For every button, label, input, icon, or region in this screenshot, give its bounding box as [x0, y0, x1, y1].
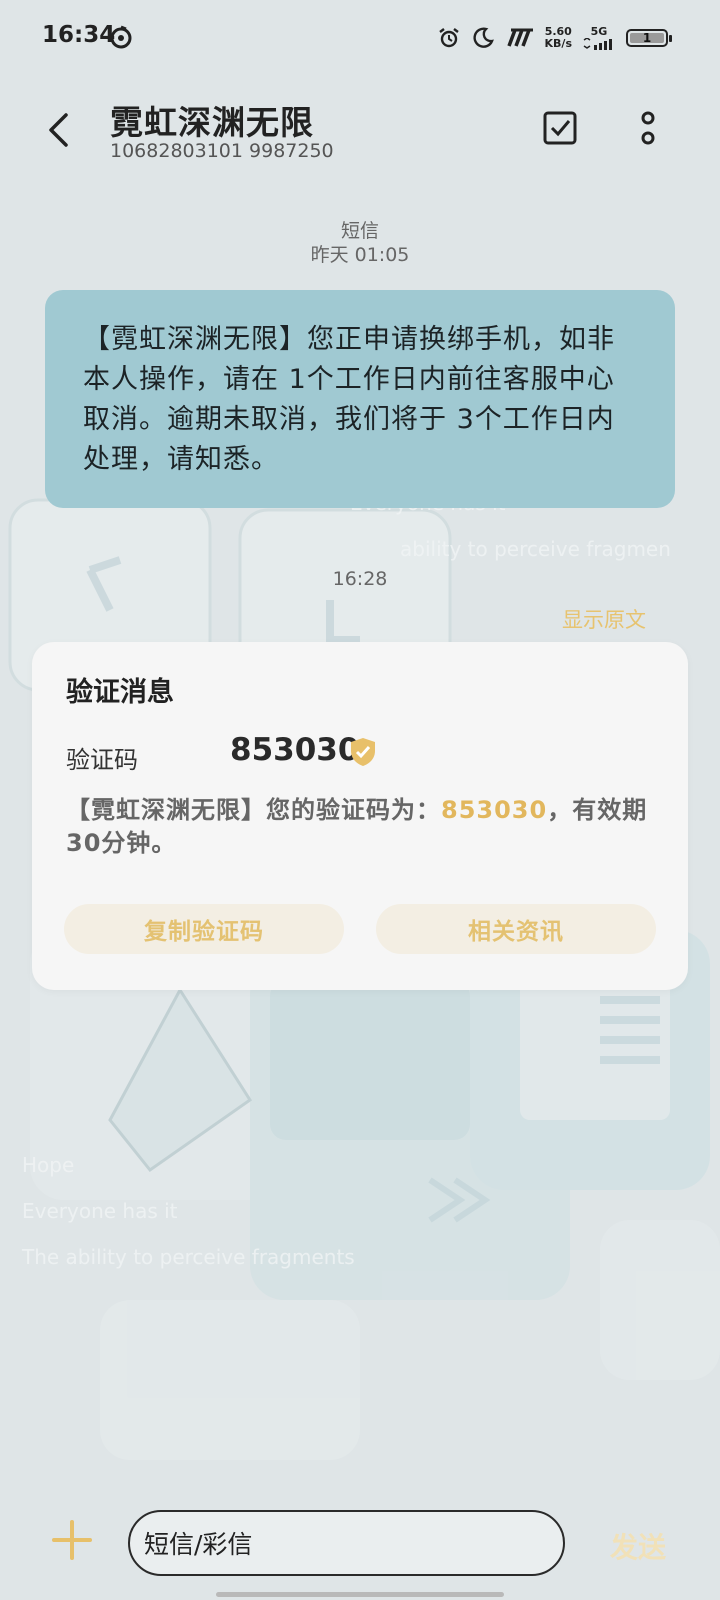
do-not-disturb-icon — [472, 27, 494, 48]
back-arrow-icon — [49, 113, 68, 147]
conversation-header: 霓虹深渊无限 10682803101 9987250 — [0, 80, 720, 180]
card-title: 验证消息 — [66, 677, 174, 708]
verification-card: 验证消息 验证码 853030 【霓虹深渊无限】您的验证码为：853030，有效… — [32, 642, 688, 990]
back-button[interactable] — [40, 110, 76, 150]
show-original-link[interactable]: 显示原文 — [562, 604, 646, 634]
code-label: 验证码 — [66, 746, 138, 774]
message-bubble[interactable]: 【霓虹深渊无限】您正申请换绑手机，如非本人操作，请在 1个工作日内前往客服中心取… — [45, 290, 675, 508]
message-timestamp: 16:28 — [332, 568, 388, 590]
bg-text-5: The ability to perceive fragments — [21, 1245, 355, 1269]
bg-text-4: Everyone has it — [22, 1199, 178, 1223]
send-button[interactable]: 发送 — [610, 1526, 666, 1566]
home-indicator[interactable] — [216, 1592, 504, 1597]
status-bar: 16:34 5.60 KB/s 5G 1 — [0, 0, 720, 76]
volte-icon — [506, 28, 533, 47]
message-timestamp: 昨天 01:05 — [310, 244, 410, 266]
verification-code[interactable]: 853030 — [230, 732, 359, 768]
verification-message: 【霓虹深渊无限】您的验证码为：853030，有效期30分钟。 — [66, 796, 648, 857]
bg-text-2: ability to perceive fragmen — [400, 537, 671, 561]
status-time: 16:34 — [42, 22, 116, 48]
verified-shield-icon — [351, 738, 375, 766]
message-type-label: 短信 — [340, 220, 379, 242]
copy-code-button[interactable]: 复制验证码 — [64, 904, 344, 954]
battery-indicator: 1 — [626, 29, 672, 47]
related-info-button[interactable]: 相关资讯 — [376, 904, 656, 954]
composer-bar: 短信/彩信 发送 — [0, 1500, 720, 1600]
message-input[interactable]: 短信/彩信 — [128, 1510, 565, 1576]
signal-icon — [583, 38, 612, 50]
add-attachment-button[interactable] — [52, 1520, 92, 1560]
status-icons: 5.60 KB/s 5G 1 — [437, 22, 672, 54]
bg-text-3: Hope — [22, 1153, 74, 1177]
signal-strength: 5G — [582, 26, 616, 50]
net-speed: 5.60 KB/s — [544, 25, 572, 50]
contact-number: 10682803101 9987250 — [110, 140, 334, 162]
alarm-icon — [438, 28, 459, 48]
multi-select-button[interactable] — [542, 110, 578, 146]
more-options-button[interactable] — [630, 108, 666, 148]
contact-name: 霓虹深渊无限 — [110, 103, 314, 142]
sync-icon — [110, 25, 132, 49]
